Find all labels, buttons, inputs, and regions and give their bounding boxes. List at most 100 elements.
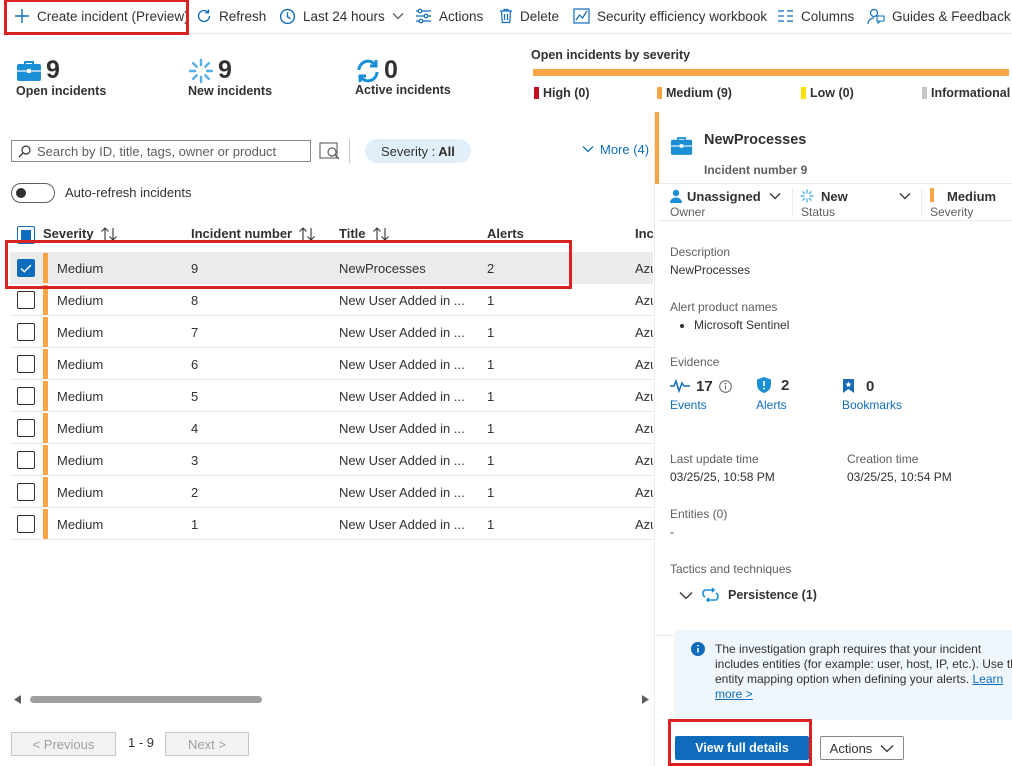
more-filters-button[interactable]: More (4) — [582, 140, 649, 158]
chevron-down-icon — [769, 193, 781, 200]
more-filters-label: More (4) — [600, 141, 650, 157]
auto-refresh-label: Auto-refresh incidents — [65, 185, 192, 200]
pulse-icon — [670, 379, 690, 393]
bookmark-icon — [843, 379, 854, 393]
evidence-events: 17 — [670, 376, 732, 396]
cell-alerts: 1 — [487, 293, 495, 308]
severity-chart-title: Open incidents by severity — [531, 48, 691, 62]
row-checkbox[interactable] — [17, 419, 35, 437]
actions-toolbar-button[interactable]: Actions — [415, 0, 483, 32]
scroll-right-icon[interactable] — [642, 695, 650, 704]
column-header-title[interactable]: Title — [339, 226, 390, 241]
guides-feedback-button[interactable]: Guides & Feedback — [867, 0, 1011, 32]
strip-divider — [792, 188, 793, 216]
actions-button[interactable]: Actions — [820, 736, 904, 760]
scroll-left-icon[interactable] — [14, 695, 22, 704]
table-row[interactable]: Medium 6 New User Added in ... 1 Azu — [10, 348, 653, 380]
info-icon[interactable] — [718, 379, 732, 393]
query-search-icon[interactable] — [319, 141, 341, 161]
severity-indicator — [43, 445, 48, 475]
severity-filter-pill[interactable]: Severity : All — [365, 139, 471, 163]
severity-indicator — [43, 317, 48, 347]
horizontal-scrollbar-thumb[interactable] — [30, 696, 262, 703]
evidence-bookmarks: 0 — [842, 376, 874, 396]
column-header-severity[interactable]: Severity — [43, 226, 118, 241]
page-range: 1 - 9 — [128, 735, 155, 750]
persistence-icon — [702, 588, 719, 602]
bookmarks-link[interactable]: Bookmarks — [842, 398, 902, 412]
column-header-alerts[interactable]: Alerts — [487, 226, 524, 241]
row-checkbox[interactable] — [17, 483, 35, 501]
search-input[interactable]: Search by ID, title, tags, owner or prod… — [11, 140, 311, 162]
refresh-button[interactable]: Refresh — [196, 0, 266, 32]
cell-next: Azu — [635, 485, 653, 500]
cell-severity: Medium — [57, 421, 104, 436]
learn-more-link-continued[interactable]: more > — [715, 687, 753, 701]
owner-label: Owner — [670, 205, 706, 219]
row-checkbox[interactable] — [17, 323, 35, 341]
legend-swatch-high — [534, 87, 539, 99]
status-label: Status — [801, 205, 836, 219]
row-checkbox[interactable] — [17, 291, 35, 309]
severity-dropdown[interactable]: Medium Severity — [925, 184, 1012, 220]
open-incidents-label: Open incidents — [16, 84, 107, 98]
row-checkbox[interactable] — [17, 355, 35, 373]
incident-subtitle: Incident number 9 — [704, 163, 808, 177]
table-row[interactable]: Medium 1 New User Added in ... 1 Azu — [10, 508, 653, 540]
table-row[interactable]: Medium 7 New User Added in ... 1 Azu — [10, 316, 653, 348]
sort-icon — [372, 226, 389, 241]
column-number-label: Incident number — [191, 226, 293, 241]
creation-time-label: Creation time — [847, 452, 919, 466]
cell-alerts: 1 — [487, 517, 495, 532]
description-label: Description — [670, 245, 731, 259]
severity-indicator — [43, 413, 48, 443]
alerts-link[interactable]: Alerts — [756, 398, 787, 412]
row-checkbox[interactable] — [17, 515, 35, 533]
next-page-button[interactable]: Next > — [165, 732, 249, 756]
legend-low-label: Low (0) — [810, 86, 854, 100]
chevron-down-icon — [679, 591, 693, 599]
bullet — [680, 324, 684, 328]
auto-refresh-toggle[interactable] — [11, 183, 55, 203]
chevron-down-icon — [880, 744, 894, 752]
status-value: New — [821, 189, 848, 204]
row-checkbox[interactable] — [17, 387, 35, 405]
investigation-info-box: The investigation graph requires that yo… — [674, 630, 1012, 720]
cell-next: Azu — [635, 325, 653, 340]
alert-products-label: Alert product names — [670, 300, 778, 314]
cell-alerts: 1 — [487, 421, 495, 436]
learn-more-link[interactable]: Learn — [973, 672, 1004, 686]
cell-title: New User Added in ... — [339, 453, 465, 468]
table-row[interactable]: Medium 5 New User Added in ... 1 Azu — [10, 380, 653, 412]
owner-value: Unassigned — [687, 189, 761, 204]
person-icon — [670, 189, 682, 203]
table-row[interactable]: Medium 2 New User Added in ... 1 Azu — [10, 476, 653, 508]
tactic-label: Persistence (1) — [728, 588, 817, 602]
columns-button[interactable]: Columns — [777, 0, 854, 32]
evidence-alerts: 2 — [756, 375, 789, 395]
severity-value: Medium — [947, 189, 997, 204]
tactic-row[interactable]: Persistence (1) — [679, 586, 817, 604]
status-dropdown[interactable]: New Status — [797, 184, 919, 220]
column-header-incident-number[interactable]: Incident number — [191, 226, 316, 241]
time-range-dropdown[interactable]: Last 24 hours — [279, 0, 404, 32]
info-line-2: includes entities (for example: user, ho… — [715, 657, 1012, 671]
cell-incident-number: 5 — [191, 389, 199, 404]
owner-dropdown[interactable]: Unassigned Owner — [659, 184, 787, 220]
table-row[interactable]: Medium 4 New User Added in ... 1 Azu — [10, 412, 653, 444]
cell-alerts: 1 — [487, 485, 495, 500]
security-workbook-button[interactable]: Security efficiency workbook — [573, 0, 767, 32]
column-header-next[interactable]: Inci — [635, 226, 653, 241]
delete-button[interactable]: Delete — [499, 0, 559, 32]
last-update-label: Last update time — [670, 452, 759, 466]
events-link[interactable]: Events — [670, 398, 707, 412]
cell-next: Azu — [635, 293, 653, 308]
table-row[interactable]: Medium 3 New User Added in ... 1 Azu — [10, 444, 653, 476]
alerts-count: 2 — [781, 376, 790, 394]
previous-page-button[interactable]: < Previous — [11, 732, 116, 756]
cell-next: Azu — [635, 357, 653, 372]
refresh-label: Refresh — [219, 8, 267, 24]
cell-incident-number: 7 — [191, 325, 199, 340]
row-checkbox[interactable] — [17, 451, 35, 469]
cell-severity: Medium — [57, 453, 104, 468]
